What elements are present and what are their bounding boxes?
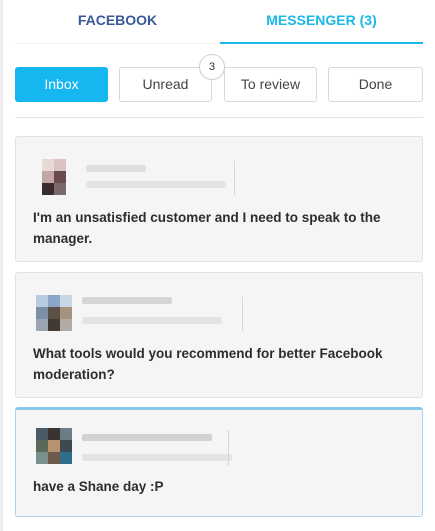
message-preview: I'm an unsatisfied customer and I need t…	[33, 210, 381, 246]
left-panel-edge	[0, 0, 3, 531]
sender-name-blurred	[86, 165, 146, 172]
channel-tabs: FACEBOOK MESSENGER (3)	[15, 0, 423, 44]
inbox-button[interactable]: Inbox	[15, 67, 108, 102]
conversation-card[interactable]: What tools would you recommend for bette…	[15, 272, 423, 398]
conversation-card[interactable]: have a Shane day :P	[15, 407, 423, 517]
unread-button[interactable]: Unread 3	[119, 54, 225, 102]
meta-separator	[228, 430, 229, 466]
meta-separator	[234, 161, 235, 195]
tab-facebook[interactable]: FACEBOOK	[15, 0, 220, 44]
tab-facebook-label: FACEBOOK	[77, 12, 158, 28]
to-review-button-label: To review	[240, 76, 301, 92]
active-tab-underline	[220, 42, 423, 44]
message-preview: have a Shane day :P	[33, 479, 164, 494]
meta-separator	[242, 297, 243, 331]
tab-separator	[15, 43, 220, 44]
filter-divider	[15, 117, 423, 118]
sender-meta-blurred	[86, 181, 226, 188]
avatar	[36, 295, 72, 331]
sender-meta-blurred	[82, 454, 232, 461]
tab-messenger-label: MESSENGER (3)	[266, 12, 377, 28]
tab-messenger[interactable]: MESSENGER (3)	[220, 0, 423, 44]
unread-count-badge: 3	[199, 54, 225, 80]
message-preview: What tools would you recommend for bette…	[33, 346, 383, 382]
done-button[interactable]: Done	[328, 67, 423, 102]
to-review-button[interactable]: To review	[224, 67, 317, 102]
avatar	[36, 428, 72, 464]
sender-name-blurred	[82, 297, 172, 304]
sender-name-blurred	[82, 434, 212, 441]
filter-bar: Inbox Unread 3 To review Done	[15, 54, 423, 102]
inbox-button-label: Inbox	[44, 76, 79, 92]
conversation-card[interactable]: I'm an unsatisfied customer and I need t…	[15, 136, 423, 262]
done-button-label: Done	[358, 76, 393, 92]
avatar	[36, 159, 72, 195]
unread-button-label: Unread	[142, 76, 189, 92]
sender-meta-blurred	[82, 317, 222, 324]
